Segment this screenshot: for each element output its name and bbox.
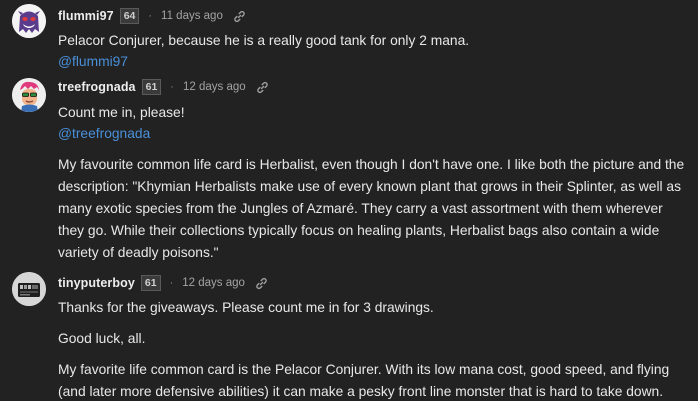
user-mention-link[interactable]: @treefrognada <box>58 125 150 143</box>
ghost-avatar-icon[interactable] <box>12 4 46 38</box>
timestamp[interactable]: 11 days ago <box>161 10 223 22</box>
link-icon[interactable] <box>256 81 269 94</box>
username[interactable]: treefrognada <box>58 80 136 94</box>
reputation-badge: 61 <box>141 79 162 95</box>
comment-body: Good luck, all. <box>58 331 146 346</box>
separator-dot: · <box>170 81 174 93</box>
user-mention-link[interactable]: @flummi97 <box>58 53 128 71</box>
cartoon-face-avatar-icon[interactable] <box>12 78 46 112</box>
username[interactable]: flummi97 <box>58 9 114 23</box>
reputation-badge: 64 <box>119 8 140 24</box>
computer-board-avatar-icon[interactable] <box>12 272 46 306</box>
timestamp[interactable]: 12 days ago <box>183 81 246 93</box>
comment-meta: tinyputerboy 61 · 12 days ago <box>58 274 268 292</box>
comment-body: My favourite common life card is Herbali… <box>58 157 685 260</box>
timestamp[interactable]: 12 days ago <box>182 277 245 289</box>
comment-body: Count me in, please! <box>58 105 185 120</box>
separator-dot: · <box>169 277 174 289</box>
comment-flummi97: flummi97 64 · 11 days ago Pelacor Conjur… <box>0 0 698 75</box>
comment-meta: flummi97 64 · 11 days ago <box>58 7 246 25</box>
link-icon[interactable] <box>233 10 246 23</box>
comment-body: Pelacor Conjurer, because he is a really… <box>58 33 470 48</box>
comment-body: Thanks for the giveaways. Please count m… <box>58 300 434 315</box>
reputation-badge: 61 <box>140 275 161 291</box>
comment-meta: treefrognada 61 · 12 days ago <box>58 78 269 96</box>
link-icon[interactable] <box>255 277 268 290</box>
separator-dot: · <box>148 10 153 22</box>
comment-body: My favorite life common card is the Pela… <box>58 362 670 399</box>
username[interactable]: tinyputerboy <box>58 276 135 290</box>
